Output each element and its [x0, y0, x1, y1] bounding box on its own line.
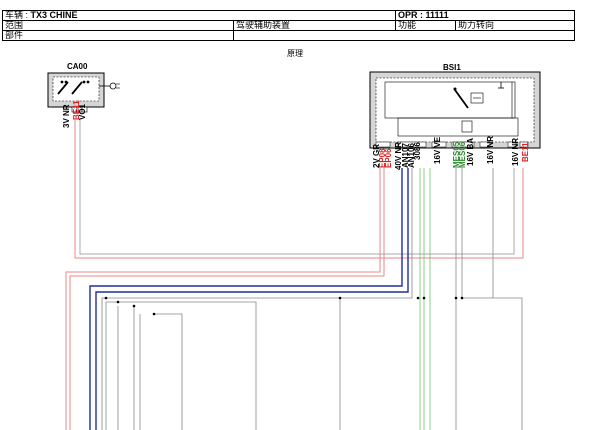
wire-ep06: [69, 168, 385, 430]
pin-label-bsi1-10: 16V BA: [466, 137, 475, 166]
wire-3086: [101, 168, 413, 430]
wiring-diagram: 车辆 : TX3 CHINE OPR : 11111 范围 驾驶辅助装置 功能 …: [0, 0, 606, 430]
pin-label-ca00-2: VO1: [78, 103, 87, 120]
pin-label-bsi1-2: EP06: [384, 148, 393, 168]
pin-label-ca00-0: 3V NR: [62, 104, 71, 128]
gray-wires: [101, 168, 523, 430]
green-wires: [419, 168, 431, 430]
pin-label-bsi1-6: 3086: [413, 142, 422, 160]
wire-b2: [106, 301, 257, 430]
wire-an106: [95, 168, 409, 430]
wire-ep08: [65, 168, 381, 430]
pin-label-bsi1-7: 16V VE: [433, 136, 442, 164]
schematic-svg: [47, 71, 541, 430]
wire-b6: [154, 313, 183, 430]
blue-wires: [89, 168, 409, 430]
bsi1-component: [369, 71, 541, 149]
pin-label-bsi1-12: 16V NR: [511, 137, 520, 166]
pin-label-bsi1-11: 16V NR: [486, 135, 495, 164]
junctions: [104, 296, 464, 316]
wire-r2: [461, 168, 523, 430]
pin-label-bsi1-13: BE11: [521, 142, 530, 162]
wire-an107: [89, 168, 403, 430]
